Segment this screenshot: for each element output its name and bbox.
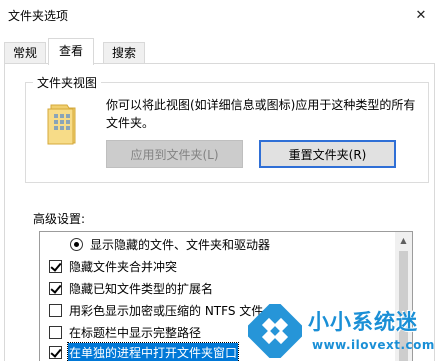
chevron-up-icon: ▲ (400, 236, 407, 245)
folder-views-description: 你可以将此视图(如详细信息或图标)应用于这种类型的所有文件夹。 (106, 98, 416, 130)
watermark: 小小系统迷 www.ilovext.com (248, 302, 439, 361)
list-item-label: 在标题栏中显示完整路径 (69, 325, 202, 340)
checkbox[interactable] (49, 259, 62, 273)
advanced-settings-label: 高级设置: (33, 212, 86, 226)
list-item-show-hidden[interactable]: 显示隐藏的文件、文件夹和驱动器 (40, 234, 397, 254)
list-item-label: 在单独的进程中打开文件夹窗口 (66, 341, 240, 361)
tab-general[interactable]: 常规 (4, 42, 47, 64)
apply-to-folders-button[interactable]: 应用到文件夹(L) (106, 140, 243, 168)
list-item-label: 显示隐藏的文件、文件夹和驱动器 (90, 237, 271, 252)
tab-strip: 常规 查看 搜索 (0, 38, 439, 65)
window-title: 文件夹选项 (8, 9, 69, 23)
checkbox[interactable] (49, 325, 62, 339)
checkbox[interactable] (49, 345, 62, 359)
list-item-hide-merge-conflicts[interactable]: 隐藏文件夹合并冲突 (40, 256, 397, 276)
checkbox[interactable] (49, 303, 62, 317)
reset-folders-button[interactable]: 重置文件夹(R) (259, 140, 396, 168)
folder-views-legend: 文件夹视图 (33, 74, 102, 91)
list-item-label: 隐藏已知文件类型的扩展名 (69, 281, 214, 296)
tab-view[interactable]: 查看 (48, 38, 95, 65)
radio-button[interactable] (70, 237, 83, 251)
watermark-url: www.ilovext.com (312, 338, 435, 352)
close-button[interactable]: ✕ (403, 0, 439, 30)
list-item-label: 隐藏文件夹合并冲突 (69, 259, 178, 274)
watermark-title: 小小系统迷 (308, 310, 418, 334)
scroll-up-button[interactable]: ▲ (395, 232, 412, 249)
title-bar: 文件夹选项 ✕ (0, 0, 439, 30)
checkbox[interactable] (49, 281, 62, 295)
tab-search[interactable]: 搜索 (103, 42, 146, 64)
list-item-hide-extensions[interactable]: 隐藏已知文件类型的扩展名 (40, 278, 397, 298)
logo-icon (248, 304, 302, 358)
list-item-label: 用彩色显示加密或压缩的 NTFS 文件 (69, 303, 264, 318)
folder-icon (47, 104, 76, 145)
close-icon: ✕ (415, 7, 427, 23)
